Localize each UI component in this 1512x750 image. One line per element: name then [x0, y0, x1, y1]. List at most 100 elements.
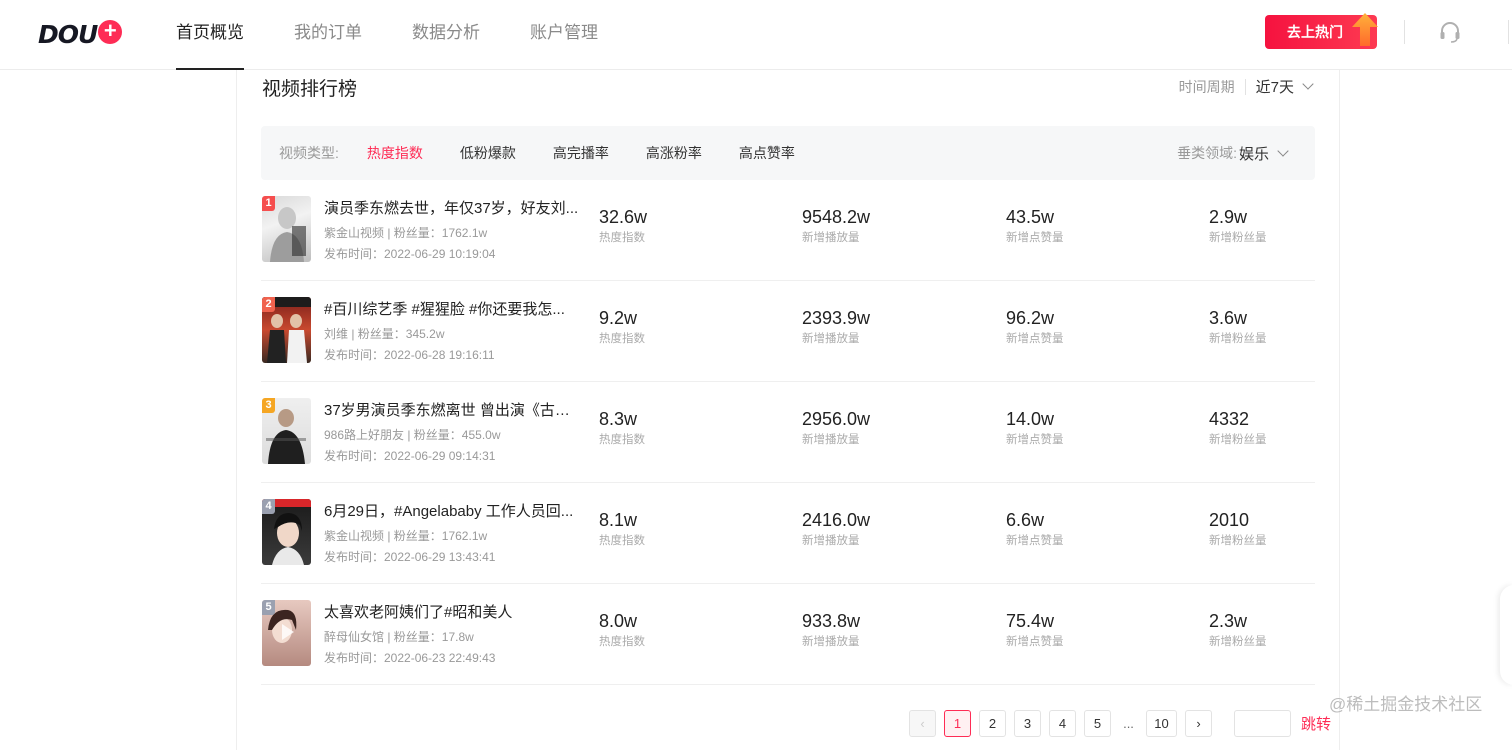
rank-badge: 4: [262, 499, 275, 514]
page-button[interactable]: 5: [1084, 710, 1111, 737]
section-title: 视频排行榜: [262, 79, 358, 100]
headset-icon[interactable]: [1438, 20, 1462, 44]
ranking-row[interactable]: 2 #百川综艺季 #猩猩脸 #你还要我怎... 刘维 | 粉丝量：345.2w …: [261, 281, 1315, 382]
page-button-last[interactable]: 10: [1146, 710, 1177, 737]
period-label: 时间周期: [1178, 78, 1235, 95]
ranking-row[interactable]: 4 6月29日，#Angelababy 工作人员回... 紫金山视频 | 粉丝量…: [261, 483, 1315, 584]
stat-fans: 3.6w 新增粉丝量: [1209, 308, 1267, 346]
publish-time: 发布时间：2022-06-23 22:49:43: [324, 651, 496, 665]
stat-likes: 75.4w 新增点赞量: [1006, 611, 1064, 649]
page-button[interactable]: 3: [1014, 710, 1041, 737]
video-title[interactable]: 37岁男演员季东燃离世 曾出演《古剑...: [324, 399, 579, 420]
stat-plays: 2956.0w 新增播放量: [802, 409, 870, 447]
stat-value: 2010: [1209, 510, 1250, 530]
logo-plus-icon: +: [98, 20, 123, 44]
rank-badge: 3: [262, 398, 275, 413]
filter-option-fan-growth[interactable]: 高涨粉率: [646, 143, 702, 163]
stat-value: 2393.9w: [802, 308, 871, 328]
rank-badge: 1: [262, 196, 275, 211]
domain-label: 垂类领域:: [1177, 145, 1237, 161]
stat-label: 热度指数: [599, 232, 645, 244]
domain-value: 娱乐: [1238, 145, 1269, 163]
next-page-button[interactable]: ›: [1185, 710, 1212, 737]
video-thumbnail[interactable]: 3: [262, 398, 311, 464]
stat-label: 新增点赞量: [1006, 535, 1064, 547]
page-button[interactable]: 2: [979, 710, 1006, 737]
author-info: 986路上好朋友 | 粉丝量：455.0w: [324, 428, 501, 442]
nav-item-account[interactable]: 账户管理: [530, 0, 598, 70]
stat-label: 新增粉丝量: [1209, 232, 1267, 244]
video-thumbnail[interactable]: 5: [262, 600, 311, 666]
stat-value: 96.2w: [1006, 308, 1055, 328]
stat-label: 新增播放量: [802, 636, 860, 648]
video-thumbnail[interactable]: 4: [262, 499, 311, 565]
page-button[interactable]: 4: [1049, 710, 1076, 737]
filter-option-low-fans-hit[interactable]: 低粉爆款: [460, 143, 516, 163]
stat-plays: 2416.0w 新增播放量: [802, 510, 870, 548]
publish-time: 发布时间：2022-06-28 19:16:11: [324, 348, 495, 362]
stat-heat: 9.2w 热度指数: [599, 308, 645, 346]
publish-time: 发布时间：2022-06-29 09:14:31: [324, 449, 496, 463]
stat-heat: 32.6w 热度指数: [599, 207, 647, 245]
video-title[interactable]: 演员季东燃去世，年仅37岁，好友刘...: [324, 197, 579, 218]
stat-value: 43.5w: [1006, 207, 1055, 227]
video-title[interactable]: #百川综艺季 #猩猩脸 #你还要我怎...: [324, 298, 579, 319]
stat-likes: 6.6w 新增点赞量: [1006, 510, 1064, 548]
nav-item-analytics[interactable]: 数据分析: [412, 0, 480, 70]
side-floating-tab[interactable]: [1500, 585, 1512, 685]
stat-label: 新增点赞量: [1006, 333, 1064, 345]
stat-value: 4332: [1209, 409, 1250, 429]
stat-plays: 933.8w 新增播放量: [802, 611, 860, 649]
stat-label: 新增粉丝量: [1209, 333, 1267, 345]
ranking-row[interactable]: 5 太喜欢老阿姨们了#昭和美人 醉母仙女馆 | 粉丝量：17.8w 发布时间：2…: [261, 584, 1315, 685]
author-info: 醉母仙女馆 | 粉丝量：17.8w: [324, 630, 474, 644]
stat-value: 75.4w: [1006, 611, 1055, 631]
filter-option-heat[interactable]: 热度指数: [367, 143, 423, 163]
logo-text: DOU: [38, 19, 98, 49]
time-period-selector[interactable]: 时间周期 近7天: [1178, 76, 1314, 97]
video-title[interactable]: 6月29日，#Angelababy 工作人员回...: [324, 500, 579, 521]
rank-badge: 5: [262, 600, 275, 615]
video-thumbnail[interactable]: 1: [262, 196, 311, 262]
page-jump-input[interactable]: [1234, 710, 1291, 737]
page-button[interactable]: 1: [944, 710, 971, 737]
prev-page-button[interactable]: ‹: [909, 710, 936, 737]
period-divider: [1244, 78, 1246, 95]
stat-label: 新增播放量: [802, 232, 860, 244]
nav-item-orders[interactable]: 我的订单: [294, 0, 362, 70]
nav-item-overview[interactable]: 首页概览: [176, 0, 244, 70]
page-ellipsis: ...: [1123, 716, 1134, 731]
video-thumbnail[interactable]: 2: [262, 297, 311, 363]
stat-label: 新增播放量: [802, 333, 860, 345]
author-info: 紫金山视频 | 粉丝量：1762.1w: [324, 226, 488, 240]
dou-plus-logo[interactable]: DOU +: [38, 16, 123, 52]
stat-value: 8.0w: [599, 611, 638, 631]
author-info: 紫金山视频 | 粉丝量：1762.1w: [324, 529, 488, 543]
stat-likes: 14.0w 新增点赞量: [1006, 409, 1064, 447]
video-title[interactable]: 太喜欢老阿姨们了#昭和美人: [324, 601, 579, 622]
go-trending-button[interactable]: 去上热门: [1265, 13, 1378, 49]
ranking-row[interactable]: 3 37岁男演员季东燃离世 曾出演《古剑... 986路上好朋友 | 粉丝量：4…: [261, 382, 1315, 483]
stat-value: 32.6w: [599, 207, 648, 227]
page-jump-button[interactable]: 跳转: [1301, 713, 1331, 734]
stat-label: 新增粉丝量: [1209, 636, 1267, 648]
stat-label: 新增播放量: [802, 434, 860, 446]
stat-label: 热度指数: [599, 535, 645, 547]
domain-selector[interactable]: 垂类领域: 娱乐: [1177, 126, 1289, 180]
stat-value: 2956.0w: [802, 409, 871, 429]
stat-label: 热度指数: [599, 636, 645, 648]
header-divider: [1404, 20, 1405, 44]
stat-value: 6.6w: [1006, 510, 1045, 530]
filter-option-completion[interactable]: 高完播率: [553, 143, 609, 163]
stat-value: 9548.2w: [802, 207, 871, 227]
stat-label: 热度指数: [599, 434, 645, 446]
stat-fans: 2.9w 新增粉丝量: [1209, 207, 1267, 245]
stat-value: 2416.0w: [802, 510, 871, 530]
stat-value: 14.0w: [1006, 409, 1055, 429]
stat-plays: 9548.2w 新增播放量: [802, 207, 870, 245]
stat-value: 8.3w: [599, 409, 638, 429]
filter-label: 视频类型:: [279, 145, 339, 161]
stat-likes: 43.5w 新增点赞量: [1006, 207, 1064, 245]
ranking-row[interactable]: 1 演员季东燃去世，年仅37岁，好友刘... 紫金山视频 | 粉丝量：1762.…: [261, 180, 1315, 281]
filter-option-like-rate[interactable]: 高点赞率: [739, 143, 795, 163]
